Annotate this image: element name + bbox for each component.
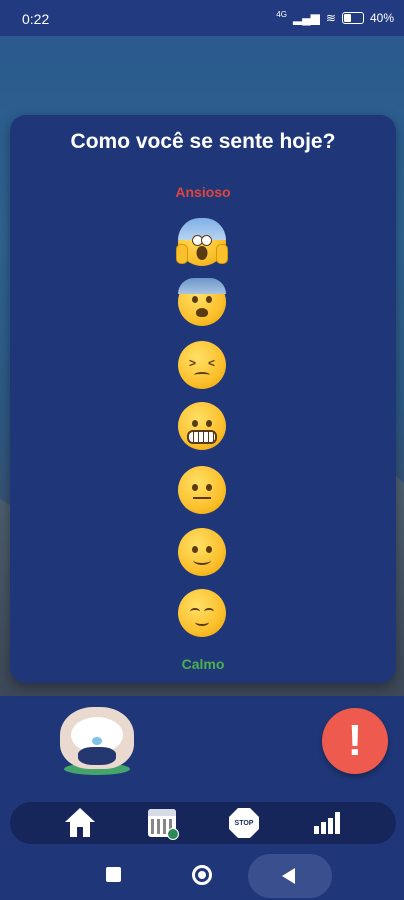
home-circle-icon[interactable] <box>192 865 212 885</box>
confounded-face-icon[interactable]: > < <box>178 341 226 389</box>
signal-icon: ▂▄▆ <box>292 11 320 25</box>
battery-level: 40% <box>369 11 394 25</box>
status-bar: 0:22 4G ▂▄▆ ≋ 40% <box>0 0 404 36</box>
alert-button[interactable]: ! <box>322 708 388 774</box>
calm-label: Calmo <box>181 656 225 672</box>
tab-stats[interactable] <box>308 806 348 840</box>
battery-icon <box>341 12 364 24</box>
slightly-smiling-face-icon[interactable] <box>178 528 226 576</box>
stop-sign-text: STOP <box>234 819 254 827</box>
bottom-tab-bar: STOP <box>10 802 396 844</box>
recent-apps-icon[interactable] <box>106 867 121 882</box>
home-icon <box>65 808 95 838</box>
tab-home[interactable] <box>60 806 100 840</box>
status-time: 0:22 <box>22 11 50 27</box>
calendar-icon <box>148 809 179 840</box>
relieved-face-icon[interactable] <box>178 589 226 637</box>
mood-card: Como você se sente hoje? Ansioso > < Calm… <box>10 115 396 683</box>
bar-chart-icon <box>314 812 342 834</box>
grimacing-face-icon[interactable] <box>178 402 226 450</box>
stop-sign-icon: STOP <box>229 808 259 838</box>
wifi-icon: ≋ <box>325 11 336 25</box>
status-icons: 4G ▂▄▆ ≋ 40% <box>276 9 394 26</box>
tab-stop[interactable]: STOP <box>224 806 264 840</box>
back-icon[interactable] <box>248 854 332 898</box>
anxious-label: Ansioso <box>175 184 231 200</box>
anxious-face-icon[interactable] <box>178 278 226 326</box>
screaming-face-icon[interactable] <box>176 218 228 266</box>
owl-mascot-icon[interactable] <box>56 707 138 777</box>
mood-question-title: Como você se sente hoje? <box>70 130 336 153</box>
tab-calendar[interactable] <box>142 806 182 840</box>
network-type: 4G <box>276 9 287 19</box>
system-nav-bar <box>0 852 404 900</box>
neutral-face-icon[interactable] <box>178 466 226 514</box>
